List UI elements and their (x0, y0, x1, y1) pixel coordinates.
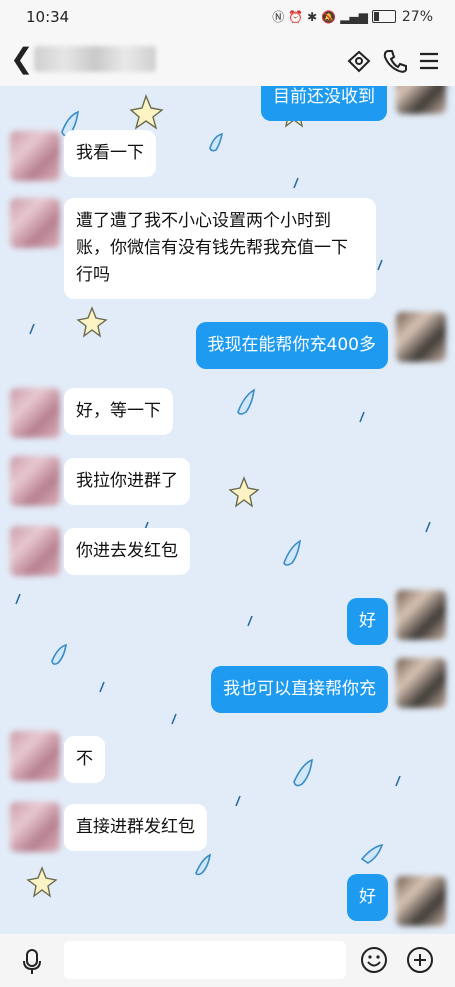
status-bar: 10:34 Ⓝ ⏰ ✱ 🔕 ▂▄▆ 27% (0, 0, 455, 34)
message-bubble-incoming[interactable]: 遭了遭了我不小心设置两个小时到账，你微信有没有钱先帮我充值一下行吗 (64, 198, 376, 299)
contact-avatar[interactable] (10, 802, 60, 852)
message-bubble-incoming[interactable]: 直接进群发红包 (64, 804, 207, 851)
phone-icon[interactable] (382, 48, 408, 74)
battery-icon (371, 10, 396, 23)
nfc-icon: Ⓝ (272, 10, 285, 24)
signal-icon: ▂▄▆ (340, 9, 368, 24)
message-bubble-incoming[interactable]: 你进去发红包 (64, 528, 190, 575)
contact-avatar[interactable] (10, 456, 60, 506)
bluetooth-icon: ✱ (307, 9, 318, 24)
contact-avatar[interactable] (10, 198, 60, 248)
message-input[interactable] (64, 941, 346, 979)
status-time: 10:34 (26, 8, 70, 26)
message-bubble-incoming[interactable]: 我看一下 (64, 130, 156, 177)
home-icon[interactable] (346, 48, 372, 74)
my-avatar[interactable] (396, 590, 446, 640)
status-icons: Ⓝ ⏰ ✱ 🔕 ▂▄▆ 27% (272, 8, 433, 25)
emoji-icon[interactable] (360, 946, 388, 974)
message-bubble-outgoing[interactable]: 好 (347, 874, 388, 921)
mute-icon: 🔕 (321, 9, 337, 24)
battery-percentage: 27% (401, 8, 433, 25)
chat-area[interactable]: 目前还没收到 我看一下 遭了遭了我不小心设置两个小时到账，你微信有没有钱先帮我充… (0, 86, 455, 934)
contact-avatar[interactable] (10, 526, 60, 576)
menu-icon[interactable] (416, 48, 442, 74)
message-bubble-outgoing[interactable]: 我也可以直接帮你充 (211, 666, 388, 713)
contact-avatar[interactable] (10, 388, 60, 438)
alarm-icon: ⏰ (288, 9, 304, 24)
contact-avatar[interactable] (10, 131, 60, 181)
message-bubble-incoming[interactable]: 我拉你进群了 (64, 458, 190, 505)
back-icon[interactable]: ❮ (10, 44, 33, 74)
input-bar (0, 934, 455, 987)
message-bubble-incoming[interactable]: 不 (64, 736, 105, 783)
message-bubble-outgoing[interactable]: 我现在能帮你充400多 (195, 322, 388, 369)
plus-icon[interactable] (406, 946, 434, 974)
my-avatar[interactable] (396, 658, 446, 708)
voice-icon[interactable] (22, 948, 42, 976)
message-bubble-incoming[interactable]: 好，等一下 (64, 388, 173, 435)
my-avatar[interactable] (396, 312, 446, 362)
chat-header: ❮ (0, 34, 455, 86)
message-bubble-outgoing[interactable]: 目前还没收到 (261, 86, 387, 121)
contact-name-blurred (34, 46, 156, 72)
contact-avatar[interactable] (10, 731, 60, 781)
my-avatar[interactable] (396, 876, 446, 926)
my-avatar[interactable] (396, 86, 446, 114)
message-bubble-outgoing[interactable]: 好 (347, 598, 388, 645)
